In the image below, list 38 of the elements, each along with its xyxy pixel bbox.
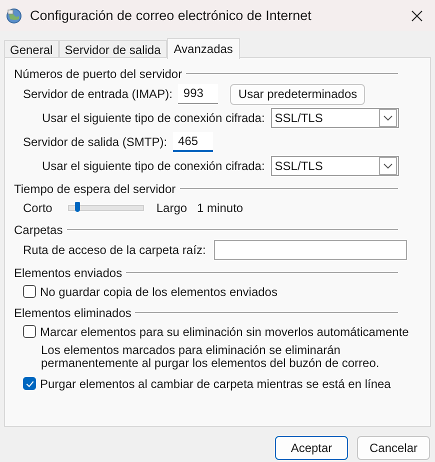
tab[interactable]: General xyxy=(4,40,59,57)
close-icon[interactable] xyxy=(411,10,423,22)
field-label: Usar el siguiente tipo de conexión cifrada: xyxy=(42,159,265,173)
chevron-down-icon xyxy=(378,109,397,127)
encryption-dropdown[interactable]: SSL/TLS xyxy=(270,108,399,128)
checkbox[interactable] xyxy=(23,377,36,390)
section-title: Tiempo de espera del servidor xyxy=(14,182,176,196)
ok-button[interactable]: Aceptar xyxy=(275,436,348,460)
field-label: Servidor de entrada (IMAP): xyxy=(23,87,172,101)
field-label: Servidor de salida (SMTP): xyxy=(23,135,168,149)
slider-thumb[interactable] xyxy=(74,202,80,212)
slider-label: Largo xyxy=(156,201,188,215)
cancel-button[interactable]: Cancelar xyxy=(357,436,430,460)
timeout-value: 1 minuto xyxy=(197,201,244,215)
encryption-dropdown[interactable]: SSL/TLS xyxy=(270,156,399,176)
globe-mail-icon xyxy=(6,8,22,24)
window-title: Configuración de correo electrónico de Internet xyxy=(30,8,312,23)
section-title: Elementos eliminados xyxy=(14,306,132,320)
timeout-slider[interactable] xyxy=(68,205,144,211)
port-field[interactable]: 993 xyxy=(178,84,218,104)
root-folder-field[interactable] xyxy=(214,240,407,260)
defaults-button[interactable]: Usar predeterminados xyxy=(230,84,366,104)
port-field[interactable]: 465 xyxy=(173,132,214,152)
checkbox-label[interactable]: Purgar elementos al cambiar de carpeta mientras se está en línea xyxy=(40,376,391,390)
checkbox[interactable] xyxy=(23,325,36,338)
checkbox-label[interactable]: No guardar copia de los elementos enviados xyxy=(40,284,278,298)
field-label: Usar el siguiente tipo de conexión cifrada: xyxy=(42,111,265,125)
section-title: Carpetas xyxy=(14,222,63,236)
explanation-text: Los elementos marcados para eliminación se eliminarán permanentemente al purgar los elementos del buzón de correo. xyxy=(40,344,380,370)
checkbox[interactable] xyxy=(23,285,36,298)
tab[interactable]: Avanzadas xyxy=(166,38,240,59)
tab[interactable]: Servidor de salida xyxy=(58,40,167,57)
checkbox-label[interactable]: Marcar elementos para su eliminación sin moverlos automáticamente xyxy=(40,324,409,338)
field-label: Ruta de acceso de la carpeta raíz: xyxy=(23,243,206,257)
chevron-down-icon xyxy=(378,157,397,175)
slider-label: Corto xyxy=(23,201,52,215)
section-title: Elementos enviados xyxy=(14,266,122,280)
section-title: Números de puerto del servidor xyxy=(14,66,182,80)
